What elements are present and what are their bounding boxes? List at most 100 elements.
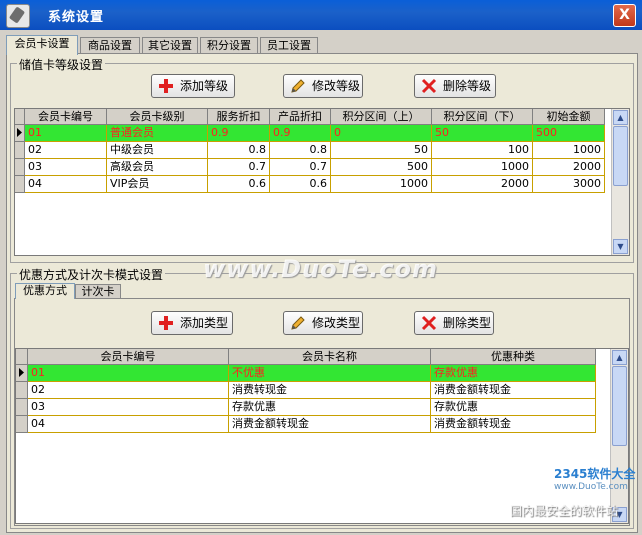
table-cell[interactable]: 0.6 bbox=[208, 176, 270, 193]
table-cell[interactable]: 中级会员 bbox=[107, 142, 208, 159]
row-selector[interactable] bbox=[16, 399, 28, 416]
table-cell[interactable]: 03 bbox=[25, 159, 107, 176]
row-selector[interactable] bbox=[16, 416, 28, 433]
table-cell[interactable]: 消费金额转现金 bbox=[431, 382, 596, 399]
table-cell[interactable]: 普通会员 bbox=[107, 125, 208, 142]
table-cell[interactable]: 不优惠 bbox=[229, 365, 431, 382]
row-selector[interactable] bbox=[15, 125, 25, 142]
add-type-label: 添加类型 bbox=[180, 316, 229, 330]
table-cell[interactable]: 0 bbox=[331, 125, 432, 142]
scroll-up-icon[interactable]: ▲ bbox=[612, 350, 627, 365]
table-cell[interactable]: 50 bbox=[331, 142, 432, 159]
scroll-thumb[interactable] bbox=[613, 126, 628, 186]
col-discount-type[interactable]: 优惠种类 bbox=[431, 349, 596, 365]
table-cell[interactable]: 0.8 bbox=[208, 142, 270, 159]
col-card-no[interactable]: 会员卡编号 bbox=[28, 349, 229, 365]
table-cell[interactable]: 0.8 bbox=[270, 142, 331, 159]
scroll-thumb[interactable] bbox=[612, 366, 627, 446]
table-cell[interactable]: 0.7 bbox=[270, 159, 331, 176]
col-initial-amount[interactable]: 初始金额 bbox=[533, 109, 605, 125]
row-selector[interactable] bbox=[16, 365, 28, 382]
delete-icon bbox=[421, 78, 437, 94]
table-cell[interactable]: 消费转现金 bbox=[229, 382, 431, 399]
table-cell[interactable]: 消费金额转现金 bbox=[229, 416, 431, 433]
table-cell[interactable]: 0.9 bbox=[270, 125, 331, 142]
col-card-name[interactable]: 会员卡名称 bbox=[229, 349, 431, 365]
add-type-button[interactable]: 添加类型 bbox=[151, 311, 233, 335]
add-level-label: 添加等级 bbox=[180, 79, 229, 93]
app-icon bbox=[6, 4, 30, 28]
subtab-discount-mode[interactable]: 优惠方式 bbox=[15, 283, 75, 299]
table-cell[interactable]: VIP会员 bbox=[107, 176, 208, 193]
row-selector[interactable] bbox=[15, 176, 25, 193]
col-points-lower[interactable]: 积分区间（下） bbox=[432, 109, 533, 125]
table-cell[interactable]: 500 bbox=[331, 159, 432, 176]
discount-grid: 会员卡编号 会员卡名称 优惠种类 01 不优惠 存款优惠 02 消费转现金 消费… bbox=[15, 348, 629, 524]
plus-icon bbox=[159, 79, 173, 93]
edit-level-button[interactable]: 修改等级 bbox=[283, 74, 363, 98]
col-product-discount[interactable]: 产品折扣 bbox=[270, 109, 331, 125]
table-cell[interactable]: 1000 bbox=[432, 159, 533, 176]
delete-type-label: 删除类型 bbox=[443, 316, 492, 330]
current-row-icon bbox=[17, 128, 22, 137]
table-cell[interactable]: 01 bbox=[28, 365, 229, 382]
scroll-down-icon[interactable]: ▼ bbox=[613, 239, 628, 254]
discount-subpanel: 添加类型 修改类型 删除类型 会员卡编号 会员卡名称 优惠种类 01 不优惠 存… bbox=[14, 298, 630, 526]
tab-staff[interactable]: 员工设置 bbox=[260, 37, 318, 54]
col-card-no[interactable]: 会员卡编号 bbox=[25, 109, 107, 125]
table-cell[interactable]: 0.6 bbox=[270, 176, 331, 193]
level-group-label: 储值卡等级设置 bbox=[17, 56, 106, 73]
site-logo: 2345软件大全 www.DuoTe.com bbox=[554, 465, 635, 492]
subtab-count-card[interactable]: 计次卡 bbox=[75, 284, 121, 299]
table-cell[interactable]: 高级会员 bbox=[107, 159, 208, 176]
tab-other[interactable]: 其它设置 bbox=[142, 37, 198, 54]
table-cell[interactable]: 02 bbox=[25, 142, 107, 159]
delete-level-label: 删除等级 bbox=[443, 79, 492, 93]
logo-brand: 2345软件大全 bbox=[554, 467, 636, 481]
plus-icon bbox=[159, 316, 173, 330]
table-cell[interactable]: 消费金额转现金 bbox=[431, 416, 596, 433]
row-selector[interactable] bbox=[15, 159, 25, 176]
member-card-panel: 储值卡等级设置 添加等级 修改等级 删除等级 会员卡编号 会员卡级别 服务折扣 … bbox=[6, 53, 638, 533]
row-header-corner bbox=[16, 349, 28, 365]
table-cell[interactable]: 0.7 bbox=[208, 159, 270, 176]
row-selector[interactable] bbox=[16, 382, 28, 399]
col-service-discount[interactable]: 服务折扣 bbox=[208, 109, 270, 125]
table-cell[interactable]: 2000 bbox=[432, 176, 533, 193]
table-cell[interactable]: 存款优惠 bbox=[229, 399, 431, 416]
table-cell[interactable]: 04 bbox=[25, 176, 107, 193]
delete-level-button[interactable]: 删除等级 bbox=[414, 74, 496, 98]
table-cell[interactable]: 04 bbox=[28, 416, 229, 433]
tab-products[interactable]: 商品设置 bbox=[80, 37, 140, 54]
add-level-button[interactable]: 添加等级 bbox=[151, 74, 235, 98]
table-cell[interactable]: 01 bbox=[25, 125, 107, 142]
table-cell[interactable]: 100 bbox=[432, 142, 533, 159]
table-cell[interactable]: 1000 bbox=[331, 176, 432, 193]
delete-icon bbox=[421, 315, 437, 331]
table-cell[interactable]: 存款优惠 bbox=[431, 365, 596, 382]
table-cell[interactable]: 500 bbox=[533, 125, 605, 142]
table-cell[interactable]: 1000 bbox=[533, 142, 605, 159]
col-points-upper[interactable]: 积分区间（上） bbox=[331, 109, 432, 125]
table-cell[interactable]: 02 bbox=[28, 382, 229, 399]
discount-grid-scrollbar[interactable]: ▲ ▼ bbox=[610, 349, 628, 523]
edit-type-button[interactable]: 修改类型 bbox=[283, 311, 363, 335]
col-card-level[interactable]: 会员卡级别 bbox=[107, 109, 208, 125]
table-cell[interactable]: 存款优惠 bbox=[431, 399, 596, 416]
tab-member-card[interactable]: 会员卡设置 bbox=[6, 35, 78, 55]
table-cell[interactable]: 50 bbox=[432, 125, 533, 142]
level-grid-scrollbar[interactable]: ▲ ▼ bbox=[611, 109, 629, 255]
row-selector[interactable] bbox=[15, 142, 25, 159]
table-cell[interactable]: 0.9 bbox=[208, 125, 270, 142]
close-button[interactable]: X bbox=[613, 4, 636, 27]
scroll-up-icon[interactable]: ▲ bbox=[613, 110, 628, 125]
tab-points[interactable]: 积分设置 bbox=[200, 37, 258, 54]
logo-slogan: 国内最安全的软件站 bbox=[510, 504, 619, 518]
pencil-icon bbox=[291, 79, 305, 93]
watermark: www.DuoTe.com bbox=[203, 255, 438, 283]
table-cell[interactable]: 3000 bbox=[533, 176, 605, 193]
discount-group: 优惠方式及计次卡模式设置 优惠方式 计次卡 添加类型 修改类型 删除类型 会员卡… bbox=[10, 266, 634, 529]
table-cell[interactable]: 03 bbox=[28, 399, 229, 416]
delete-type-button[interactable]: 删除类型 bbox=[414, 311, 494, 335]
table-cell[interactable]: 2000 bbox=[533, 159, 605, 176]
